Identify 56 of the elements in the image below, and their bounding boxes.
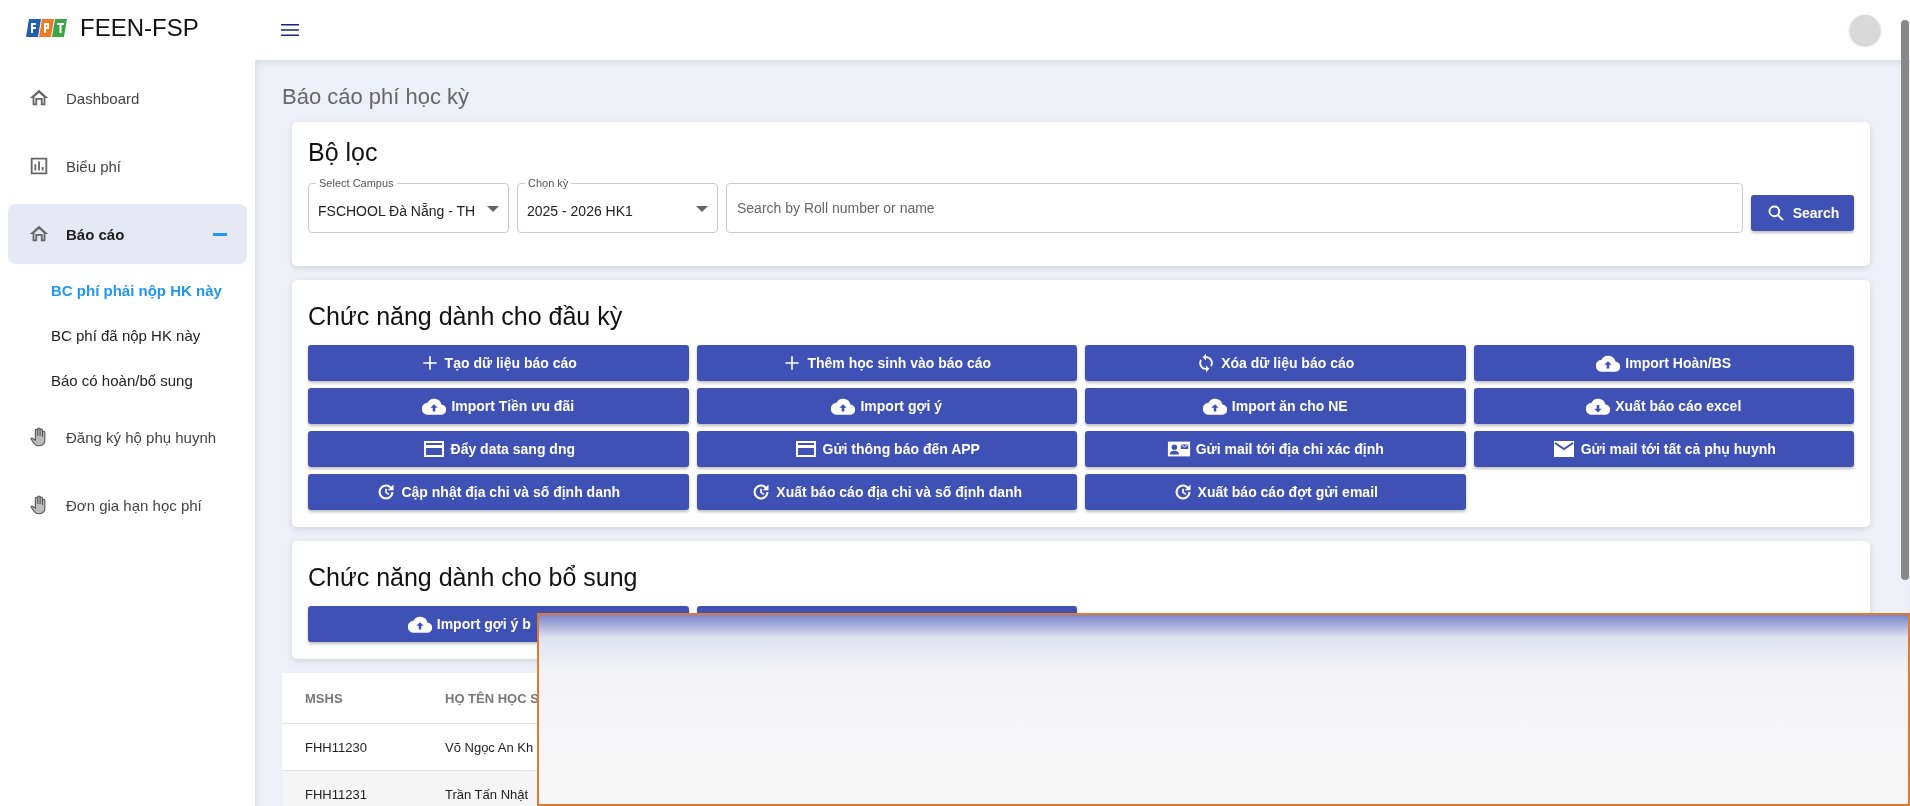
- action-button[interactable]: Gửi thông báo đến APP: [696, 431, 1077, 467]
- action-button[interactable]: Cập nhật địa chỉ và số định danh: [308, 474, 689, 510]
- action-button[interactable]: Xuất báo cáo đợt gửi email: [1085, 474, 1466, 510]
- search-field[interactable]: Search by Roll number or name: [726, 183, 1743, 233]
- action-button[interactable]: Xuất báo cáo địa chỉ và số định danh: [696, 474, 1077, 510]
- bar-chart-icon: [28, 155, 50, 177]
- table-cell-text: FHH11231: [304, 786, 368, 802]
- scrollbar[interactable]: [1901, 20, 1909, 580]
- sidebar-subitem[interactable]: BC phí đã nộp HK này: [8, 313, 247, 358]
- action-button[interactable]: Import Tiền ưu đãi: [308, 388, 689, 424]
- avatar[interactable]: [1850, 15, 1880, 45]
- action-button[interactable]: Import Hoàn/BS: [1473, 345, 1854, 381]
- cloud-upload-icon: [831, 396, 856, 416]
- search-button[interactable]: Search: [1751, 195, 1854, 231]
- table-cell-text: Trần Tấn Nhật: [444, 786, 530, 802]
- mail-icon: [1551, 439, 1576, 459]
- action-button[interactable]: Tạo dữ liệu báo cáo: [308, 345, 689, 381]
- credit-card-icon: [421, 439, 446, 459]
- page-title: Báo cáo phí học kỳ: [282, 84, 471, 110]
- sidebar-item[interactable]: Đơn gia hạn học phí: [8, 475, 247, 535]
- logo-icon: [24, 17, 70, 39]
- action-button[interactable]: Thêm học sinh vào báo cáo: [696, 345, 1077, 381]
- app-name: FEEN-FSP: [80, 14, 199, 42]
- action-button[interactable]: Gửi mail tới địa chỉ xác định: [1085, 431, 1466, 467]
- sidebar-item[interactable]: Báo cáo: [8, 204, 247, 264]
- sidebar-subitem[interactable]: Báo có hoàn/bổ sung: [8, 358, 247, 403]
- table-cell-text: Võ Ngọc An Kh: [444, 739, 535, 755]
- action-button[interactable]: Xuất báo cáo excel: [1473, 388, 1854, 424]
- action-button[interactable]: Import ăn cho NE: [1085, 388, 1466, 424]
- card-title: Chức năng dành cho bổ sung: [308, 563, 639, 592]
- campus-select[interactable]: Select Campus FSCHOOL Đà Nẵng - TH: [308, 177, 509, 233]
- cloud-upload-icon: [407, 614, 432, 634]
- action-button[interactable]: Gửi mail tới tất cả phụ huynh: [1473, 431, 1854, 467]
- clock-refresh-icon: [376, 482, 397, 502]
- caret-icon: [487, 206, 499, 212]
- action-button[interactable]: Đẩy data sang dng: [308, 431, 689, 467]
- clock-refresh-icon: [751, 482, 772, 502]
- column-header: MSHS: [304, 690, 344, 706]
- action-button[interactable]: Xóa dữ liệu báo cáo: [1085, 345, 1466, 381]
- term-select[interactable]: Chọn kỳ 2025 - 2026 HK1: [517, 177, 718, 233]
- card-title: Bộ lọc: [308, 138, 379, 167]
- cloud-upload-icon: [422, 396, 447, 416]
- cloud-download-icon: [1586, 396, 1611, 416]
- card-title: Chức năng dành cho đầu kỳ: [308, 302, 624, 331]
- table-cell-text: FHH11230: [304, 739, 368, 755]
- contact-card-icon: [1166, 439, 1191, 459]
- collapse-icon: [213, 232, 227, 236]
- credit-card-icon: [793, 439, 818, 459]
- sidebar-item[interactable]: Đăng ký hộ phụ huynh: [8, 407, 247, 467]
- menu-icon[interactable]: [281, 23, 299, 37]
- sidebar-item[interactable]: Biểu phí: [8, 136, 247, 196]
- cloud-upload-icon: [1202, 396, 1227, 416]
- caret-icon: [696, 206, 708, 212]
- action-button[interactable]: Import gợi ý: [696, 388, 1077, 424]
- cloud-upload-icon: [1596, 353, 1621, 373]
- sidebar-item[interactable]: Dashboard: [8, 68, 247, 128]
